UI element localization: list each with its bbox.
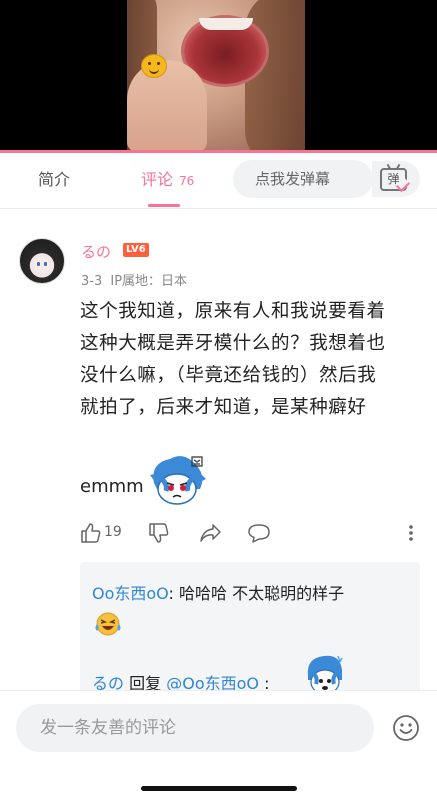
more-vertical-icon bbox=[409, 525, 413, 541]
comment-count: 76 bbox=[179, 174, 195, 188]
danmaku-toggle-button[interactable]: 弹 bbox=[372, 161, 420, 197]
emoji-icon[interactable] bbox=[391, 713, 421, 743]
ip-location: IP属地：日本 bbox=[110, 274, 188, 289]
active-tab-indicator bbox=[148, 204, 180, 207]
reply-item: Oo东西oO: 哈哈哈 不太聪明的样子 bbox=[92, 584, 345, 603]
danmaku-icon: 弹 bbox=[380, 163, 411, 193]
hand-image bbox=[127, 60, 207, 152]
replies-box[interactable]: Oo东西oO: 哈哈哈 不太聪明的样子 るの 回复 @Oo东西oO : bbox=[80, 562, 420, 700]
angry-sticker-icon bbox=[150, 456, 206, 505]
comment-body: 这个我知道，原来有人和我说要看着 这种大概是弄牙模什么的？我想着也 没什么嘛，（… bbox=[80, 296, 420, 424]
level-badge: LV6 bbox=[123, 243, 149, 257]
like-button[interactable]: 19 bbox=[80, 522, 122, 544]
more-options-button[interactable] bbox=[406, 522, 416, 544]
comment-bubble-icon bbox=[248, 524, 270, 543]
dislike-button[interactable] bbox=[148, 522, 170, 544]
comment-emmm-text: emmm bbox=[80, 476, 144, 497]
comment-username[interactable]: るの bbox=[81, 241, 111, 262]
video-frame bbox=[127, 0, 305, 152]
comment-input[interactable]: 发一条友善的评论 bbox=[16, 704, 374, 752]
comment-line: 没什么嘛，（毕竟还给钱的）然后我 bbox=[80, 365, 377, 386]
comment-line: 就拍了，后来才知道，是某种癖好 bbox=[80, 397, 367, 418]
comment-line: 这种大概是弄牙模什么的？我想着也 bbox=[80, 333, 386, 354]
home-indicator bbox=[141, 786, 297, 791]
smiley-sticker-icon bbox=[141, 54, 167, 78]
share-button[interactable] bbox=[199, 522, 223, 544]
laugh-cry-emoji-icon bbox=[95, 612, 121, 636]
like-count: 19 bbox=[104, 524, 122, 540]
tab-comments-label: 评论 bbox=[141, 170, 174, 189]
thumbs-up-icon bbox=[81, 523, 101, 543]
reply-button[interactable] bbox=[247, 522, 271, 544]
tab-comments[interactable]: 评论 76 bbox=[141, 153, 194, 208]
video-player[interactable] bbox=[0, 0, 437, 152]
thumbs-down-icon bbox=[149, 523, 169, 543]
bottom-comment-bar: 发一条友善的评论 bbox=[0, 690, 437, 801]
reply-username[interactable]: Oo东西oO bbox=[92, 584, 169, 603]
comment-line: 这个我知道，原来有人和我说要看着 bbox=[80, 301, 386, 322]
tab-intro[interactable]: 简介 bbox=[38, 153, 70, 208]
comment-meta: 3-3 IP属地：日本 bbox=[81, 270, 187, 289]
danmaku-input[interactable]: 点我发弹幕 bbox=[233, 160, 373, 198]
share-icon bbox=[200, 524, 221, 542]
avatar[interactable] bbox=[19, 238, 65, 284]
comment-date: 3-3 bbox=[81, 274, 103, 289]
reply-text: 哈哈哈 不太聪明的样子 bbox=[178, 584, 345, 603]
